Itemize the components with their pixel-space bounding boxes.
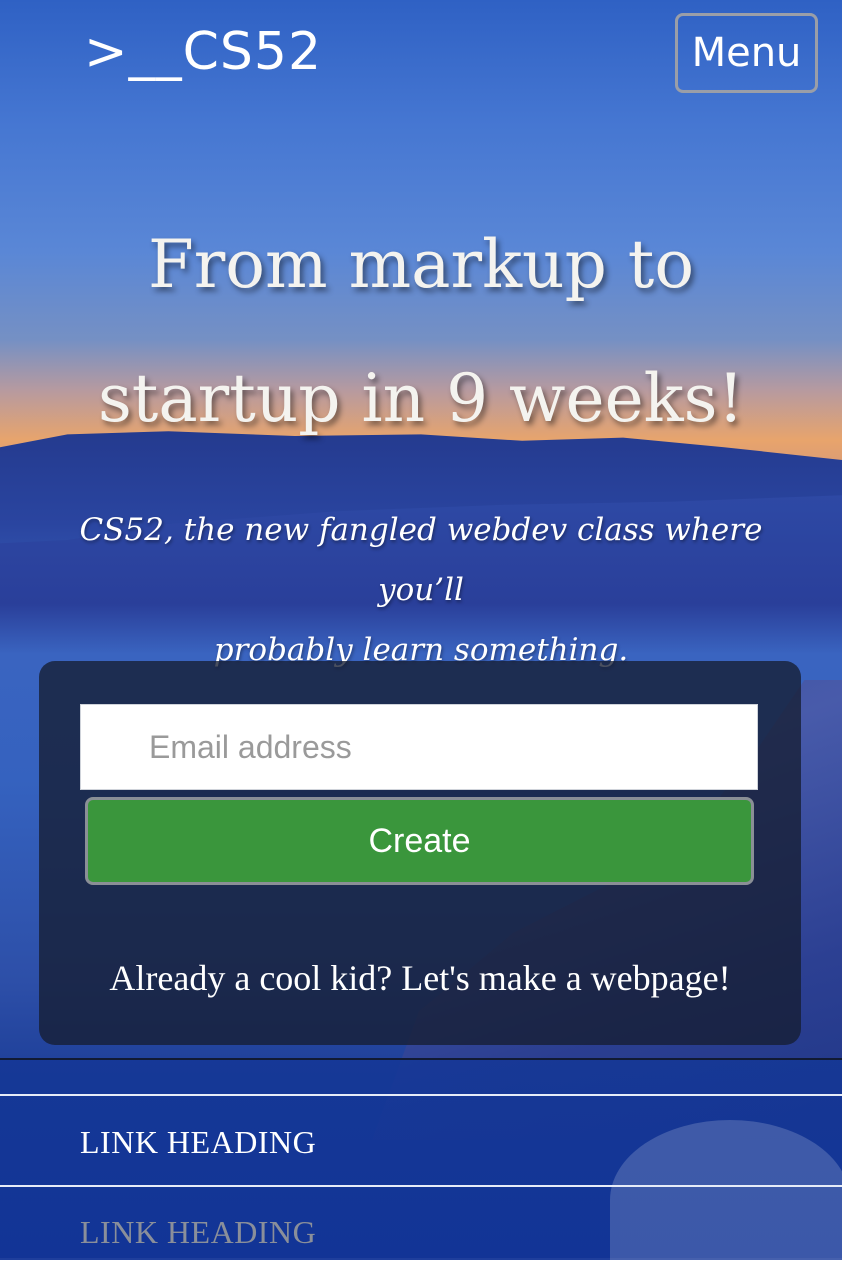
section-divider [0,1058,842,1060]
nav-link-heading-2[interactable]: LINK HEADING [80,1214,316,1251]
hero-subtitle: CS52, the new fangled webdev class where… [40,500,802,680]
nav-divider-middle [0,1185,842,1187]
menu-button[interactable]: Menu [675,13,818,93]
hero-title-line-1: From markup to [147,226,695,303]
login-link[interactable]: Already a cool kid? Let's make a webpage… [39,957,801,999]
nav-link-heading-1[interactable]: LINK HEADING [80,1124,316,1161]
nav-divider-top [0,1094,842,1096]
create-button[interactable]: Create [85,797,754,885]
hero-subtitle-line-1: CS52, the new fangled webdev class where… [79,512,763,608]
hero-title: From markup to startup in 9 weeks! [40,198,802,466]
page: >__CS52 Menu From markup to startup in 9… [0,0,842,1258]
site-logo[interactable]: >__CS52 [84,22,322,82]
hero-title-line-2: startup in 9 weeks! [97,360,745,437]
signup-card: Create Already a cool kid? Let's make a … [39,661,801,1045]
email-field[interactable] [80,704,758,790]
